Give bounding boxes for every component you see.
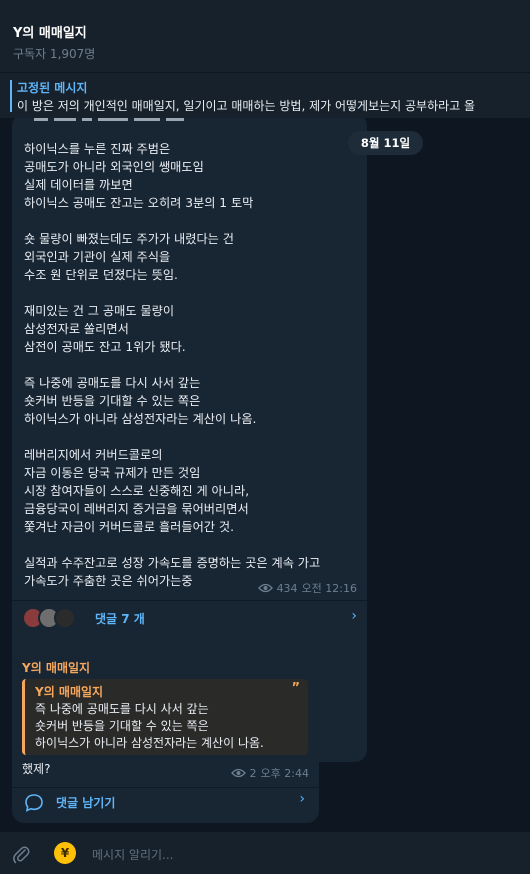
comments-link[interactable]: 댓글 7 개 <box>95 610 145 627</box>
commenter-avatar <box>54 607 76 629</box>
pinned-accent-bar <box>10 80 12 112</box>
coin-icon[interactable]: ¥ <box>54 842 76 864</box>
subscriber-count: 구독자 1,907명 <box>13 47 96 61</box>
message-divider <box>12 787 319 788</box>
reply-message: Y의 매매일지 Y의 매매일지 ” 즉 나중에 공매도를 다시 사서 갚는 숏커… <box>12 651 319 823</box>
comment-bubble-icon[interactable] <box>24 793 44 813</box>
message-meta: 2 오후 2:44 <box>230 765 309 781</box>
message-input[interactable]: 메시지 알리기... <box>92 846 174 863</box>
quoted-text: 즉 나중에 공매도를 다시 사서 갚는 숏커버 반등을 기대할 수 있는 쪽은 … <box>35 702 264 750</box>
channel-header[interactable]: Y의 매매일지 구독자 1,907명 <box>0 0 530 72</box>
pinned-text: 이 방은 저의 개인적인 매매일지, 일기이고 매매하는 방법, 제가 어떻게보… <box>17 99 476 113</box>
message-text: 했제? <box>22 762 51 776</box>
quoted-sender: Y의 매매일지 <box>35 685 104 699</box>
chevron-right-icon[interactable]: › <box>351 608 357 624</box>
quote-icon: ” <box>291 681 300 696</box>
post-divider <box>12 600 367 601</box>
chevron-right-icon[interactable]: › <box>299 791 305 807</box>
channel-title: Y의 매매일지 <box>13 26 87 41</box>
attach-icon[interactable] <box>12 844 30 864</box>
views-eye-icon <box>257 583 273 593</box>
message-composer: ¥ 메시지 알리기... <box>0 832 530 874</box>
post-time: 오전 12:16 <box>301 582 357 595</box>
commenter-avatars[interactable] <box>22 607 76 629</box>
pinned-message[interactable]: 고정된 메시지 이 방은 저의 개인적인 매매일지, 일기이고 매매하는 방법,… <box>0 72 530 118</box>
leave-comment-button[interactable]: 댓글 남기기 <box>56 794 115 811</box>
message-list[interactable]: 하이닉스를 누른 진짜 주범은 공매도가 아니라 외국인의 쌩매도임 실제 데이… <box>0 118 530 832</box>
post-body: 하이닉스를 누른 진짜 주범은 공매도가 아니라 외국인의 쌩매도임 실제 데이… <box>24 142 321 588</box>
cut-off-text-fragment <box>34 118 184 121</box>
message-views: 2 <box>249 766 257 780</box>
post-views: 434 <box>276 581 298 595</box>
date-chip: 8월 11일 <box>348 131 423 155</box>
quoted-reply[interactable]: Y의 매매일지 ” 즉 나중에 공매도를 다시 사서 갚는 숏커버 반등을 기대… <box>22 679 308 755</box>
message-sender[interactable]: Y의 매매일지 <box>22 659 90 676</box>
pinned-title: 고정된 메시지 <box>17 81 88 95</box>
cut-off-text <box>24 118 224 126</box>
message-time: 오후 2:44 <box>260 767 309 780</box>
views-eye-icon <box>230 768 246 778</box>
post-meta: 434 오전 12:16 <box>257 580 357 596</box>
